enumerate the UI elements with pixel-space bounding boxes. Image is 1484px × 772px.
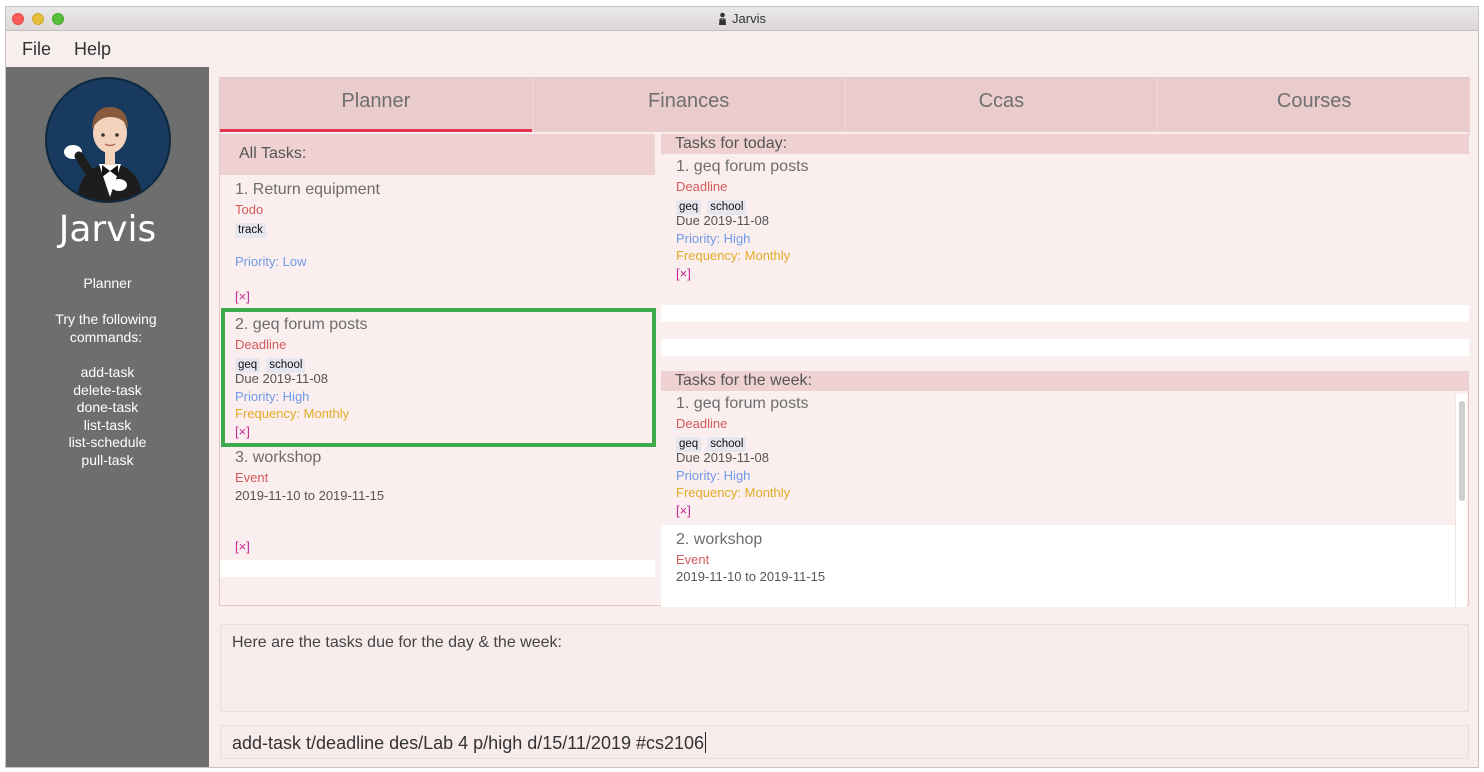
tab-bar: Planner Finances Ccas Courses xyxy=(220,78,1470,132)
menu-file[interactable]: File xyxy=(22,39,51,60)
task-type: Event xyxy=(676,552,710,567)
task-due-date: Due 2019-11-08 xyxy=(676,213,769,228)
command-input-value: add-task t/deadline des/Lab 4 p/high d/1… xyxy=(232,733,705,753)
today-header-text: Tasks for today: xyxy=(675,135,788,152)
empty-list-row xyxy=(661,356,1469,371)
menu-bar: File Help xyxy=(6,32,1478,66)
all-tasks-header-text: All Tasks: xyxy=(239,145,307,162)
sidebar-command: delete-task xyxy=(73,381,142,398)
title-bar: Jarvis xyxy=(6,7,1478,31)
empty-list-row xyxy=(220,560,655,577)
task-card[interactable]: 3. workshop Event 2019-11-10 to 2019-11-… xyxy=(220,447,655,560)
text-caret xyxy=(705,732,707,753)
task-card[interactable]: 1. Return equipment Todo track Priority:… xyxy=(220,175,655,308)
butler-icon xyxy=(719,12,727,25)
task-tag: track xyxy=(235,223,266,238)
task-due-date: Due 2019-11-08 xyxy=(676,450,769,465)
empty-list-row xyxy=(661,339,1469,356)
result-message: Here are the tasks due for the day & the… xyxy=(232,634,562,651)
sidebar-section-title: Planner xyxy=(83,275,132,291)
app-name: Jarvis xyxy=(58,209,157,250)
tab-courses[interactable]: Courses xyxy=(1158,78,1470,132)
command-input[interactable]: add-task t/deadline des/Lab 4 p/high d/1… xyxy=(232,732,707,754)
task-type: Event xyxy=(235,470,269,485)
sidebar-command: list-task xyxy=(83,416,132,433)
task-title: 2. workshop xyxy=(676,531,763,548)
task-date-range: 2019-11-10 to 2019-11-15 xyxy=(676,569,826,584)
today-header: Tasks for today: xyxy=(661,134,1469,154)
task-delete-button[interactable]: [×] xyxy=(235,539,250,554)
sidebar-command: list-schedule xyxy=(68,434,147,450)
planner-panel: Planner Finances Ccas Courses All Tasks:… xyxy=(219,77,1470,607)
task-title: 1. geq forum posts xyxy=(676,158,809,175)
task-title: 1. geq forum posts xyxy=(676,395,809,412)
command-box[interactable]: add-task t/deadline des/Lab 4 p/high d/1… xyxy=(220,725,1469,759)
task-tags: track xyxy=(235,220,272,238)
task-tags: geq school xyxy=(676,197,752,215)
tab-ccas[interactable]: Ccas xyxy=(846,78,1159,132)
sidebar: Jarvis Planner Try the following command… xyxy=(6,67,209,767)
butler-avatar xyxy=(45,77,171,203)
task-type: Deadline xyxy=(676,416,728,431)
week-header: Tasks for the week: xyxy=(661,371,1469,391)
app-window: Jarvis File Help Jarvis Planner Try the … xyxy=(5,6,1479,768)
task-frequency: Frequency: Monthly xyxy=(676,485,791,500)
tab-finances[interactable]: Finances xyxy=(533,78,846,132)
sidebar-command: pull-task xyxy=(81,451,134,468)
scrollbar-thumb[interactable] xyxy=(1459,401,1465,501)
task-type: Deadline xyxy=(676,179,728,194)
window-title: Jarvis xyxy=(6,11,1478,26)
tab-planner[interactable]: Planner xyxy=(220,78,533,132)
task-type: Todo xyxy=(235,202,264,217)
task-delete-button[interactable]: [×] xyxy=(676,266,691,281)
empty-list-row xyxy=(661,322,1469,339)
butler-avatar-illustration xyxy=(64,107,143,201)
menu-help[interactable]: Help xyxy=(74,39,111,60)
task-tags: geq school xyxy=(676,434,752,452)
week-task-card[interactable]: 2. workshop Event 2019-11-10 to 2019-11-… xyxy=(661,525,1455,607)
window-title-text: Jarvis xyxy=(732,11,766,26)
all-tasks-header: All Tasks: xyxy=(220,134,655,175)
task-date-range: 2019-11-10 to 2019-11-15 xyxy=(235,488,385,503)
week-task-card[interactable]: 1. geq forum posts Deadline geq school Du… xyxy=(661,391,1455,525)
empty-list-row xyxy=(661,305,1469,322)
week-header-text: Tasks for the week: xyxy=(675,372,812,389)
task-priority: Priority: High xyxy=(676,468,751,483)
sidebar-command-list: add-task delete-task done-task list-task… xyxy=(6,364,209,469)
empty-list-row xyxy=(661,288,1469,305)
selected-task-highlight xyxy=(221,308,656,447)
sidebar-command: done-task xyxy=(76,399,139,415)
task-delete-button[interactable]: [×] xyxy=(676,503,691,518)
sidebar-hint: Try the following commands: xyxy=(55,311,157,345)
task-delete-button[interactable]: [×] xyxy=(235,289,250,304)
task-frequency: Frequency: Monthly xyxy=(676,248,791,263)
today-task-card[interactable]: 1. geq forum posts Deadline geq school Du… xyxy=(661,154,1469,288)
empty-list-row xyxy=(220,577,655,594)
task-priority: Priority: High xyxy=(676,231,751,246)
task-priority: Priority: Low xyxy=(235,254,307,269)
result-display: Here are the tasks due for the day & the… xyxy=(220,624,1469,712)
week-list-scrollbar[interactable] xyxy=(1455,394,1467,607)
task-title: 1. Return equipment xyxy=(235,181,380,198)
task-title: 3. workshop xyxy=(235,449,322,466)
sidebar-command: add-task xyxy=(80,364,135,380)
